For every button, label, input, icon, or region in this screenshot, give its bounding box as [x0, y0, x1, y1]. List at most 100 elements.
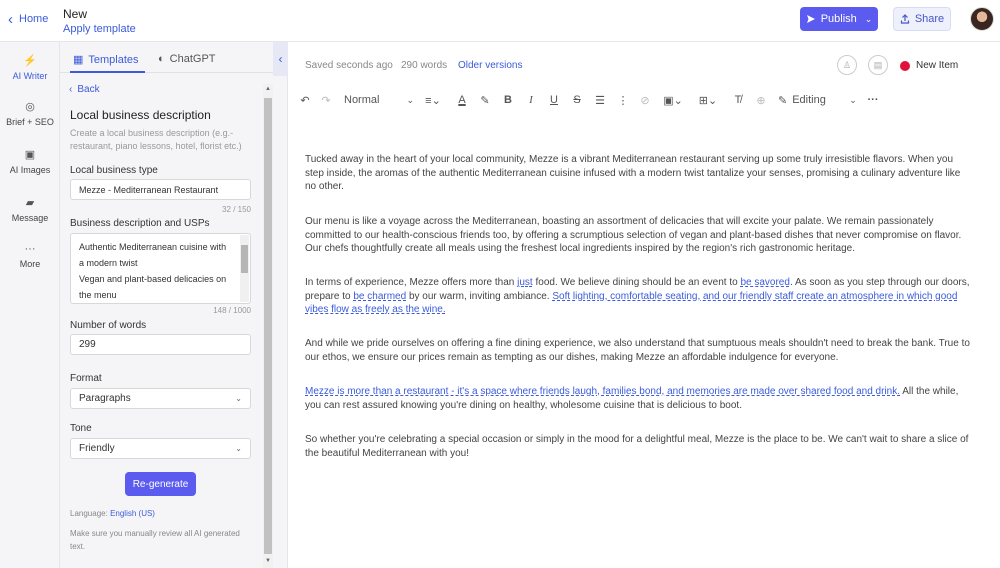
add-user-button[interactable]: ♙: [837, 55, 857, 75]
chevron-down-icon[interactable]: ⌄: [865, 14, 873, 25]
align-icon[interactable]: ≡⌄: [420, 87, 446, 113]
share-label: Share: [914, 13, 945, 25]
textarea-scrollbar[interactable]: [240, 235, 249, 302]
style-value: Normal: [344, 94, 380, 106]
apply-template-link[interactable]: Apply template: [63, 23, 136, 35]
tab-chatgpt[interactable]: ◐ ChatGPT: [158, 53, 216, 65]
top-header: ‹ Home New Apply template Publish ⌄ Shar…: [0, 0, 1000, 42]
upload-icon: [900, 14, 909, 24]
chevron-down-icon[interactable]: ⌄: [846, 87, 860, 113]
clear-format-icon[interactable]: T̸: [731, 87, 745, 113]
insert-block-icon[interactable]: ⊕: [754, 87, 768, 113]
nav-item-label: AI Writer: [12, 71, 48, 81]
pencil-icon: ✎: [778, 94, 788, 107]
suggestion-span[interactable]: Mezze is more than a restaurant - it's a…: [305, 386, 900, 397]
language-prefix: Language:: [70, 509, 108, 518]
business-type-counter: 32 / 150: [222, 205, 251, 214]
text-span: food. We believe dining should be an eve…: [532, 277, 741, 288]
scroll-down-arrow[interactable]: ▼: [263, 558, 273, 564]
new-item-label: New Item: [916, 60, 959, 71]
strikethrough-icon[interactable]: S: [570, 87, 584, 113]
more-options-icon[interactable]: ···: [866, 87, 880, 113]
review-note: Make sure you manually review all AI gen…: [70, 529, 240, 551]
usp-line: a modern twist: [79, 258, 138, 268]
back-link[interactable]: ‹ Back: [69, 84, 100, 95]
format-value: Paragraphs: [79, 393, 131, 404]
tab-label: ChatGPT: [169, 53, 216, 65]
tone-select[interactable]: Friendly ⌄: [70, 438, 251, 459]
suggestion-span[interactable]: be charmed: [353, 291, 406, 302]
usp-line: Vegan and plant-based delicacies on: [79, 274, 227, 284]
redo-icon[interactable]: ↷: [319, 87, 333, 113]
chat-icon: ◐: [158, 53, 165, 65]
words-input[interactable]: 299: [70, 334, 251, 355]
chevron-down-icon: ⌄: [235, 444, 242, 453]
chevron-down-icon: ⌄: [235, 394, 242, 403]
panel-divider: [273, 42, 288, 568]
highlight-icon[interactable]: ✎: [478, 87, 492, 113]
template-description: Create a local business description (e.g…: [70, 128, 242, 151]
text-color-icon[interactable]: A: [455, 87, 469, 113]
paragraph: Mezze is more than a restaurant - it's a…: [305, 385, 970, 412]
tab-label: Templates: [88, 53, 139, 66]
link-icon[interactable]: ⊘: [638, 87, 652, 113]
text-span: Our menu is like a voyage across the Med…: [305, 216, 962, 254]
numbered-list-icon[interactable]: ⋮: [616, 87, 630, 113]
usp-line: Authentic Mediterranean cuisine with: [79, 242, 227, 252]
layout-button[interactable]: ▤: [868, 55, 888, 75]
scroll-up-arrow[interactable]: ▲: [263, 86, 273, 92]
usp-textarea[interactable]: Authentic Mediterranean cuisine with a m…: [70, 233, 251, 304]
word-count: 290 words: [401, 60, 448, 71]
chevron-left-icon: ‹: [8, 10, 13, 28]
layout-icon: ▤: [873, 59, 883, 70]
usp-counter: 148 / 1000: [213, 306, 251, 315]
document-title[interactable]: New: [63, 7, 87, 21]
chevron-down-icon: ⌄: [406, 94, 414, 105]
bold-icon[interactable]: B: [501, 87, 515, 113]
tab-templates[interactable]: ▦ Templates: [73, 53, 139, 67]
italic-icon[interactable]: I: [524, 87, 538, 113]
words-label: Number of words: [70, 320, 147, 331]
tone-value: Friendly: [79, 443, 115, 454]
language-link[interactable]: English (US): [110, 509, 155, 518]
saved-status: Saved seconds ago: [305, 60, 393, 71]
undo-icon[interactable]: ↶: [298, 87, 312, 113]
suggestion-span[interactable]: just: [517, 277, 533, 288]
scrollbar-thumb[interactable]: [241, 245, 248, 273]
underline-icon[interactable]: U: [547, 87, 561, 113]
collapse-panel-button[interactable]: ‹: [273, 42, 288, 76]
nav-item-label: Message: [11, 213, 49, 223]
format-select[interactable]: Paragraphs ⌄: [70, 388, 251, 409]
suggestion-span[interactable]: be savored: [740, 277, 789, 288]
home-link[interactable]: ‹ Home: [8, 10, 48, 28]
nav-item-label: AI Images: [9, 165, 51, 175]
paragraph-style-select[interactable]: Normal ⌄: [344, 87, 414, 113]
bullet-list-icon[interactable]: ☰: [593, 87, 607, 113]
more-icon: ···: [24, 243, 36, 255]
nav-item-brief-seo[interactable]: ◎ Brief + SEO: [0, 100, 60, 127]
nav-item-more[interactable]: ··· More: [0, 243, 60, 269]
nav-item-ai-images[interactable]: ▣ AI Images: [0, 148, 60, 175]
new-item-status[interactable]: New Item: [900, 60, 958, 71]
nav-item-ai-writer[interactable]: ⚡ AI Writer: [0, 54, 60, 81]
template-title: Local business description: [70, 108, 211, 122]
share-button[interactable]: Share: [893, 7, 951, 31]
business-type-input[interactable]: Mezze - Mediterranean Restaurant: [70, 179, 251, 200]
scrollbar-thumb[interactable]: [264, 98, 272, 554]
paragraph: Our menu is like a voyage across the Med…: [305, 215, 970, 256]
regenerate-button[interactable]: Re-generate: [125, 472, 196, 496]
older-versions-link[interactable]: Older versions: [458, 60, 522, 71]
table-icon[interactable]: ⊞⌄: [695, 87, 721, 113]
left-navigation: ⚡ AI Writer ◎ Brief + SEO ▣ AI Images ▰ …: [0, 42, 60, 568]
image-insert-icon[interactable]: ▣⌄: [660, 87, 686, 113]
publish-button[interactable]: Publish ⌄: [800, 7, 878, 31]
chevron-left-icon: ‹: [278, 52, 283, 66]
tone-label: Tone: [70, 423, 92, 434]
panel-tabs: ▦ Templates ◐ ChatGPT: [60, 42, 273, 73]
avatar[interactable]: [970, 7, 994, 31]
target-icon: ◎: [25, 101, 35, 113]
panel-scrollbar[interactable]: ▲ ▼: [263, 84, 273, 568]
message-icon: ▰: [25, 197, 35, 209]
publish-label: Publish: [820, 13, 857, 25]
nav-item-message[interactable]: ▰ Message: [0, 196, 60, 223]
